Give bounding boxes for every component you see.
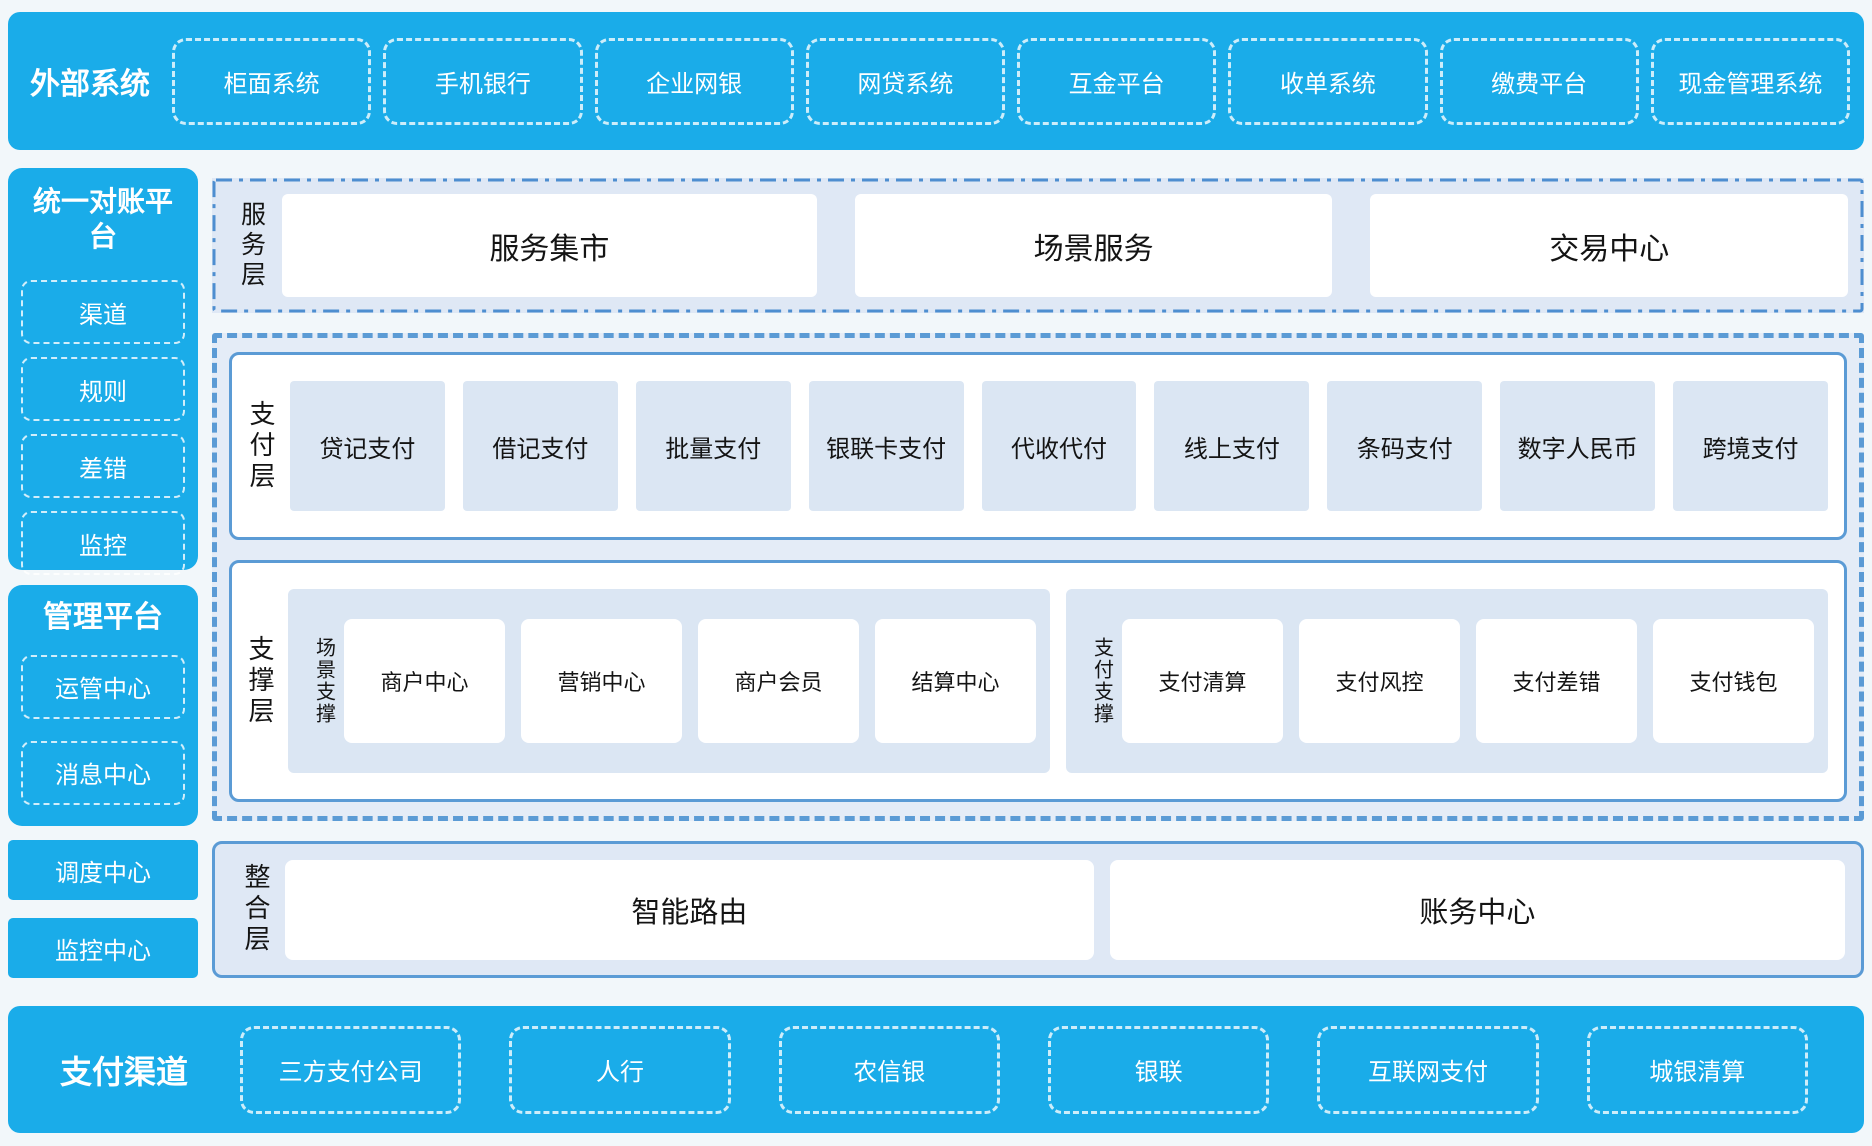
payment-support-label: 支付支撑	[1080, 637, 1122, 725]
payment-layer-label: 支付层	[232, 355, 290, 537]
support-layer-label: 支撑层	[232, 563, 288, 799]
service-layer-box: 服务层 服务集市 场景服务 交易中心	[212, 178, 1864, 313]
external-system-node: 手机银行	[383, 38, 582, 125]
management-node: 消息中心	[21, 741, 185, 805]
payment-method-tile: 批量支付	[636, 381, 791, 511]
external-systems-banner: 外部系统 柜面系统 手机银行 企业网银 网贷系统 互金平台 收单系统 缴费平台 …	[8, 12, 1864, 150]
payment-method-tile: 代收代付	[982, 381, 1137, 511]
payment-method-tile: 数字人民币	[1500, 381, 1655, 511]
payment-method-tile: 跨境支付	[1673, 381, 1828, 511]
payment-channels-items: 三方支付公司 人行 农信银 银联 互联网支付 城银清算	[240, 1006, 1864, 1133]
external-system-node: 现金管理系统	[1651, 38, 1850, 125]
external-systems-title: 外部系统	[8, 59, 172, 103]
payment-channel-node: 银联	[1048, 1026, 1269, 1114]
integration-layer-label: 整合层	[231, 863, 281, 956]
external-system-node: 网贷系统	[806, 38, 1005, 125]
payment-method-tile: 借记支付	[463, 381, 618, 511]
reconciliation-platform-items: 渠道 规则 差错 监控	[21, 280, 185, 575]
payment-support-tile: 支付风控	[1299, 619, 1460, 743]
payment-channel-node: 农信银	[779, 1026, 1000, 1114]
payment-method-tile: 条码支付	[1327, 381, 1482, 511]
payment-channel-node: 三方支付公司	[240, 1026, 461, 1114]
layered-content: 服务层 服务集市 场景服务 交易中心 支付层 贷记支付 借记支付 批量支付 银联…	[212, 168, 1864, 978]
support-layer-groups: 场景支撑 商户中心 营销中心 商户会员 结算中心 支付支撑 支付清算	[288, 563, 1828, 799]
service-node: 场景服务	[855, 194, 1333, 297]
payment-support-tile: 支付差错	[1476, 619, 1637, 743]
payment-layer-items: 贷记支付 借记支付 批量支付 银联卡支付 代收代付 线上支付 条码支付 数字人民…	[290, 355, 1828, 537]
payment-support-tile: 支付钱包	[1653, 619, 1814, 743]
dispatch-center-node: 调度中心	[8, 840, 198, 900]
payment-method-tile: 线上支付	[1154, 381, 1309, 511]
scenario-support-tile: 商户中心	[344, 619, 505, 743]
external-system-node: 收单系统	[1228, 38, 1427, 125]
service-node: 服务集市	[282, 194, 817, 297]
payment-method-tile: 贷记支付	[290, 381, 445, 511]
payment-support-items: 支付清算 支付风控 支付差错 支付钱包	[1122, 619, 1814, 743]
payment-channel-node: 城银清算	[1587, 1026, 1808, 1114]
monitor-center-node: 监控中心	[8, 918, 198, 978]
management-platform-title: 管理平台	[21, 599, 185, 637]
reconciliation-node: 规则	[21, 357, 185, 421]
service-node: 交易中心	[1370, 194, 1848, 297]
reconciliation-node: 监控	[21, 511, 185, 575]
payment-method-tile: 银联卡支付	[809, 381, 964, 511]
payment-channels-title: 支付渠道	[8, 1047, 240, 1093]
service-layer-label: 服务层	[228, 201, 274, 291]
left-sidebar: 统一对账平台 渠道 规则 差错 监控 管理平台 运管中心 消息中心 调度中心 监…	[8, 168, 198, 978]
payment-architecture-diagram: 外部系统 柜面系统 手机银行 企业网银 网贷系统 互金平台 收单系统 缴费平台 …	[0, 0, 1872, 1146]
integration-node: 账务中心	[1110, 860, 1845, 960]
diagram-body: 统一对账平台 渠道 规则 差错 监控 管理平台 运管中心 消息中心 调度中心 监…	[8, 168, 1864, 978]
integration-node: 智能路由	[285, 860, 1094, 960]
management-node: 运管中心	[21, 655, 185, 719]
scenario-support-tile: 商户会员	[698, 619, 859, 743]
reconciliation-node: 渠道	[21, 280, 185, 344]
external-system-node: 缴费平台	[1440, 38, 1639, 125]
payment-layer-box: 支付层 贷记支付 借记支付 批量支付 银联卡支付 代收代付 线上支付 条码支付 …	[229, 352, 1847, 540]
integration-layer-box: 整合层 智能路由 账务中心	[212, 841, 1864, 978]
scenario-support-tile: 营销中心	[521, 619, 682, 743]
payment-support-tile: 支付清算	[1122, 619, 1283, 743]
service-layer-items: 服务集市 场景服务 交易中心	[274, 194, 1848, 297]
reconciliation-node: 差错	[21, 434, 185, 498]
management-platform-box: 管理平台 运管中心 消息中心	[8, 585, 198, 826]
reconciliation-platform-box: 统一对账平台 渠道 规则 差错 监控	[8, 168, 198, 570]
payment-channel-node: 人行	[509, 1026, 730, 1114]
scenario-support-group: 场景支撑 商户中心 营销中心 商户会员 结算中心	[288, 589, 1050, 773]
scenario-support-tile: 结算中心	[875, 619, 1036, 743]
management-platform-items: 运管中心 消息中心	[21, 655, 185, 805]
payment-support-group: 支付支撑 支付清算 支付风控 支付差错 支付钱包	[1066, 589, 1828, 773]
scenario-support-label: 场景支撑	[302, 637, 344, 725]
external-system-node: 柜面系统	[172, 38, 371, 125]
external-system-node: 企业网银	[595, 38, 794, 125]
external-systems-items: 柜面系统 手机银行 企业网银 网贷系统 互金平台 收单系统 缴费平台 现金管理系…	[172, 12, 1864, 150]
core-payment-dashed-box: 支付层 贷记支付 借记支付 批量支付 银联卡支付 代收代付 线上支付 条码支付 …	[212, 333, 1864, 821]
support-layer-box: 支撑层 场景支撑 商户中心 营销中心 商户会员 结算中心	[229, 560, 1847, 802]
scenario-support-items: 商户中心 营销中心 商户会员 结算中心	[344, 619, 1036, 743]
reconciliation-platform-title: 统一对账平台	[21, 184, 185, 254]
payment-channels-banner: 支付渠道 三方支付公司 人行 农信银 银联 互联网支付 城银清算	[8, 1006, 1864, 1133]
payment-channel-node: 互联网支付	[1317, 1026, 1538, 1114]
external-system-node: 互金平台	[1017, 38, 1216, 125]
integration-layer-items: 智能路由 账务中心	[281, 860, 1845, 960]
